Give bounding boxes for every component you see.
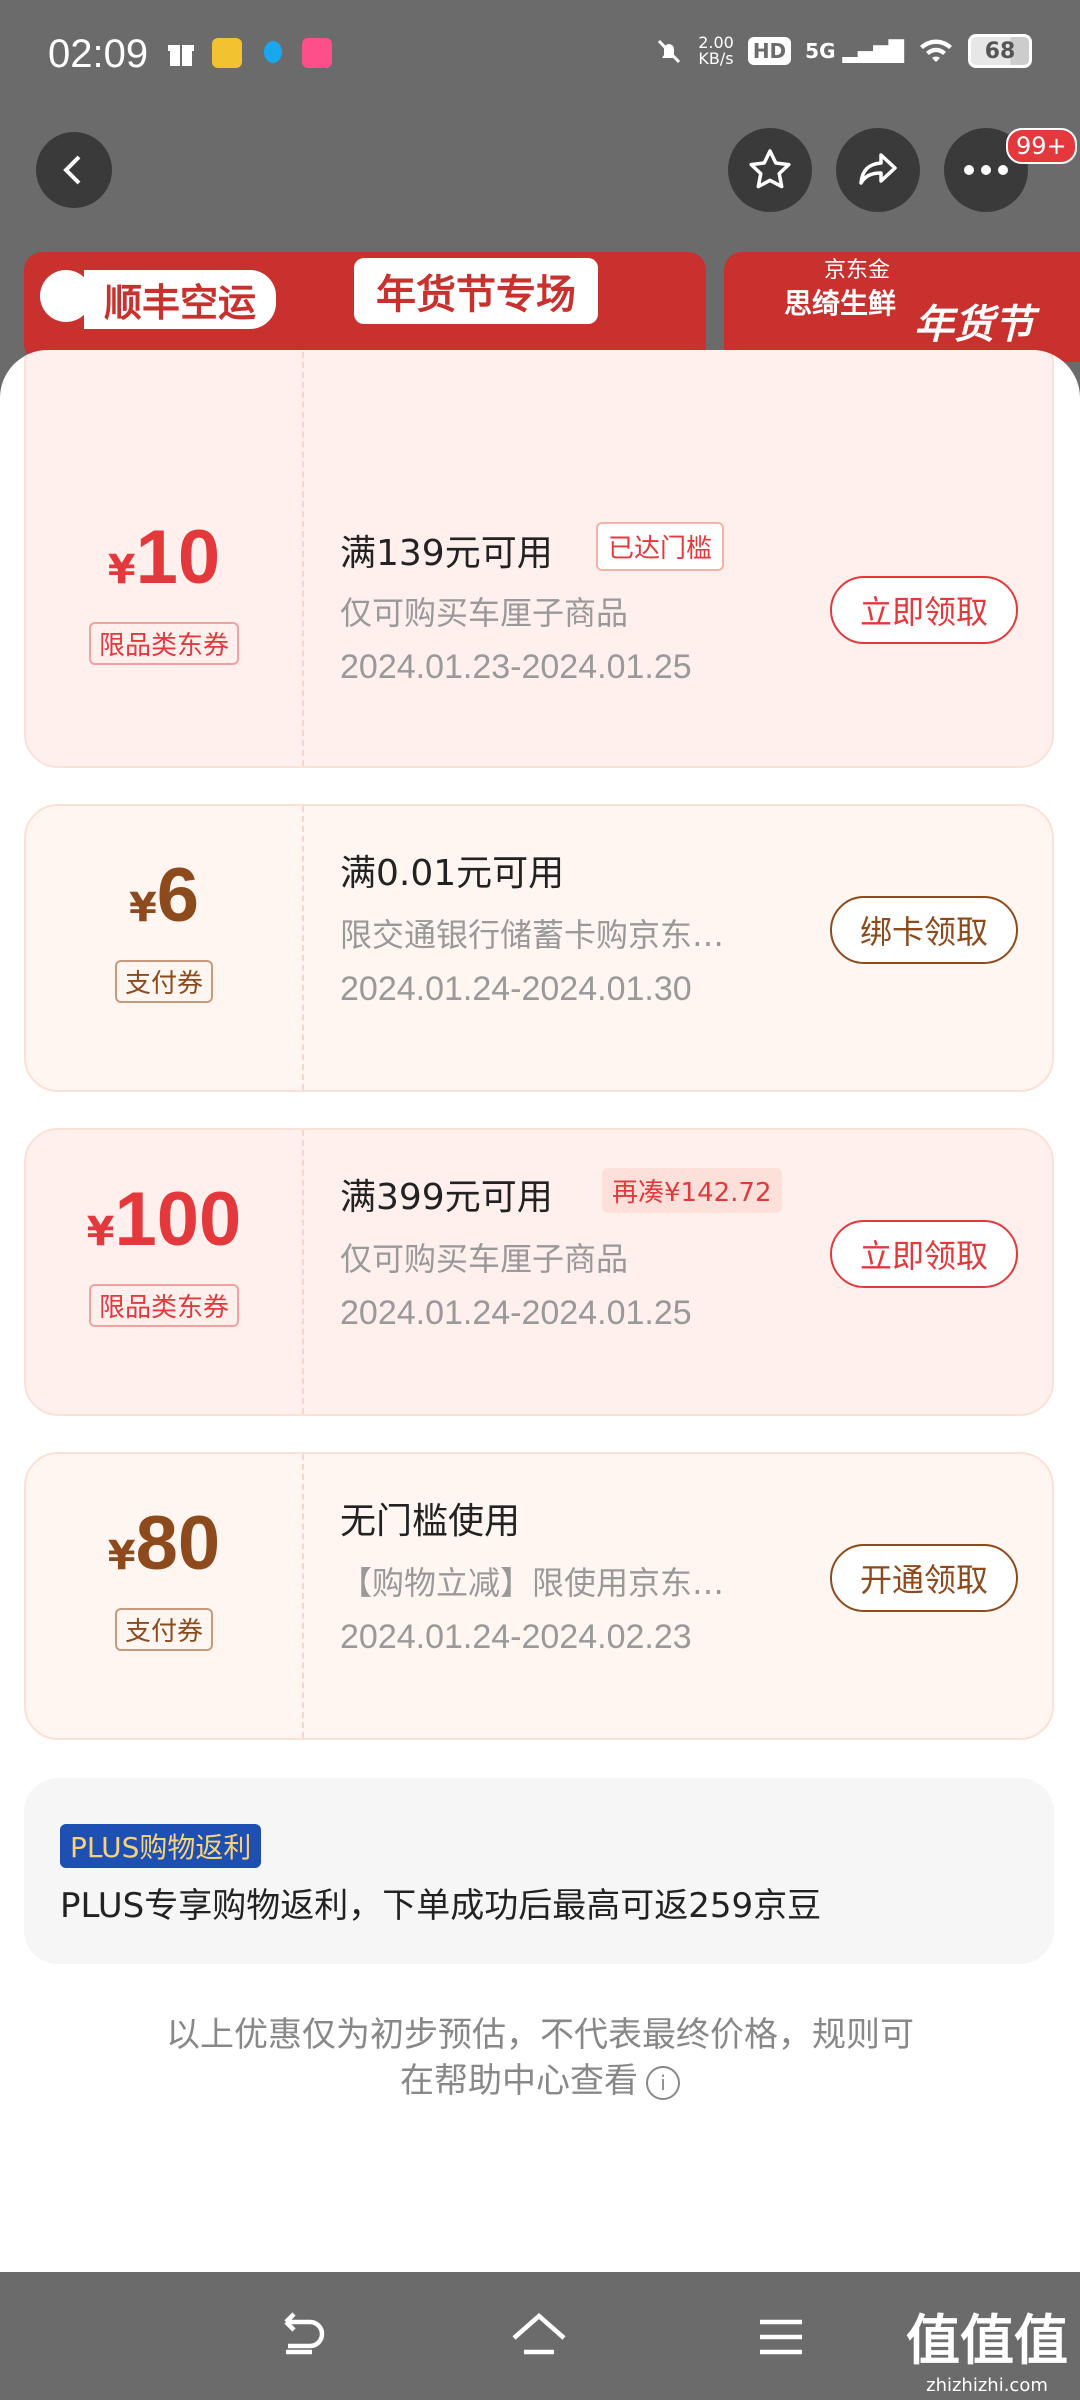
wifi-icon [920,39,952,62]
message-count-badge: 99+ [1006,128,1077,164]
coupon-amount-area: ¥10 限品类东券 [26,350,304,766]
open-claim-button[interactable]: 开通领取 [830,1544,1018,1612]
plus-rebate-card: PLUS购物返利 PLUS专享购物返利，下单成功后最高可返259京豆 [24,1778,1054,1964]
star-icon [749,149,791,189]
status-indicators: 2.00 KB/s HD 5G ▂▄▆█ 68 [654,34,1032,68]
disclaimer-line-2: 在帮助中心查看 i [120,2058,960,2104]
remaining-amount-chip: 再凑¥142.72 [602,1168,782,1213]
coupon-scope: 限交通银行储蓄卡购京东… [340,916,725,954]
coupon-type-tag: 限品类东券 [88,622,240,665]
banner-title: 年货节专场 [354,258,598,324]
watermark: 值值值 zhizhizhi.com [906,2296,1068,2396]
disclaimer: 以上优惠仅为初步预估，不代表最终价格，规则可 在帮助中心查看 i [120,2012,960,2104]
home-nav-icon[interactable] [504,2302,574,2372]
coupon-validity: 2024.01.23-2024.01.25 [340,648,692,686]
coupon-threshold: 满139元可用 [340,533,553,574]
coupon-validity: 2024.01.24-2024.01.30 [340,970,692,1008]
discount-sheet: 优惠 ¥10 限品类东券 满139元可用 已达门槛 仅可购买车厘子商品 2024… [0,350,1080,2272]
coupon-scope: 仅可购买车厘子商品 [340,1240,629,1278]
coupon-card: ¥6 支付券 满0.01元可用 限交通银行储蓄卡购京东… 2024.01.24-… [24,804,1054,1092]
coupon-type-tag: 支付券 [114,1608,214,1651]
mute-icon [658,39,681,64]
coupon-card: ¥10 限品类东券 满139元可用 已达门槛 仅可购买车厘子商品 2024.01… [24,350,1054,768]
coupon-type-tag: 支付券 [114,960,214,1003]
hd-badge: HD [747,37,792,65]
chevron-left-icon [63,155,81,185]
coupon-amount: ¥10 [107,515,221,600]
coupon-validity: 2024.01.24-2024.02.23 [340,1618,692,1656]
app-notification-icon [212,38,242,68]
bind-card-claim-button[interactable]: 绑卡领取 [830,896,1018,964]
signal-5g: 5G ▂▄▆█ [805,39,904,63]
app-notification-icon [302,38,332,68]
disclaimer-line-1: 以上优惠仅为初步预估，不代表最终价格，规则可 [166,2015,914,2055]
coupon-card: ¥80 支付券 无门槛使用 【购物立减】限使用京东… 2024.01.24-20… [24,1452,1054,1740]
coupon-amount: ¥80 [107,1501,221,1586]
more-icon [964,165,1008,175]
menu-nav-icon[interactable] [746,2302,816,2372]
gift-icon [166,38,196,68]
banner-right-top: 京东金 [824,258,891,283]
back-button[interactable] [36,132,112,208]
coupon-scope: 仅可购买车厘子商品 [340,594,629,632]
coupon-amount-area: ¥80 支付券 [26,1454,304,1738]
claim-button[interactable]: 立即领取 [830,576,1018,644]
coupon-validity: 2024.01.24-2024.01.25 [340,1294,692,1332]
battery-indicator: 68 [968,34,1032,68]
share-icon [859,153,897,185]
qq-icon [258,38,288,68]
coupon-threshold: 满399元可用 [340,1177,553,1218]
coupon-amount: ¥6 [128,853,200,938]
info-icon[interactable]: i [646,2065,680,2100]
coupon-threshold: 满0.01元可用 [340,853,565,894]
coupon-scope: 【购物立减】限使用京东… [340,1564,725,1602]
claim-button[interactable]: 立即领取 [830,1220,1018,1288]
plus-rebate-text: PLUS专享购物返利，下单成功后最高可返259京豆 [60,1886,822,1926]
coupon-amount-area: ¥6 支付券 [26,806,304,1090]
coupon-type-tag: 限品类东券 [88,1284,240,1327]
status-bar: 02:09 2.00 KB/s HD 5G ▂▄▆█ 68 [0,0,1080,120]
network-speed: 2.00 KB/s [698,33,734,68]
coupon-card: ¥100 限品类东券 满399元可用 再凑¥142.72 仅可购买车厘子商品 2… [24,1128,1054,1416]
back-nav-icon[interactable] [264,2302,334,2372]
banner-right[interactable]: 京东金 思绮生鲜 年货节 [724,252,1080,362]
plus-rebate-tag: PLUS购物返利 [60,1824,262,1868]
threshold-reached-chip: 已达门槛 [596,522,725,571]
status-time: 02:09 [48,32,149,76]
favorite-button[interactable] [728,128,812,212]
watermark-logo: 值值值 [906,2309,1068,2372]
share-button[interactable] [836,128,920,212]
banner-brand: 顺丰空运 [84,270,277,329]
coupon-amount-area: ¥100 限品类东券 [26,1130,304,1414]
banner-right-sub: 思绮生鲜 [784,287,897,320]
banner-right-corner: 年货节 [914,302,1034,348]
coupon-threshold: 无门槛使用 [340,1501,521,1542]
watermark-url: zhizhizhi.com [926,2375,1048,2396]
coupon-amount: ¥100 [86,1177,242,1262]
banner-left[interactable]: 顺丰空运 年货节专场 [24,252,706,362]
